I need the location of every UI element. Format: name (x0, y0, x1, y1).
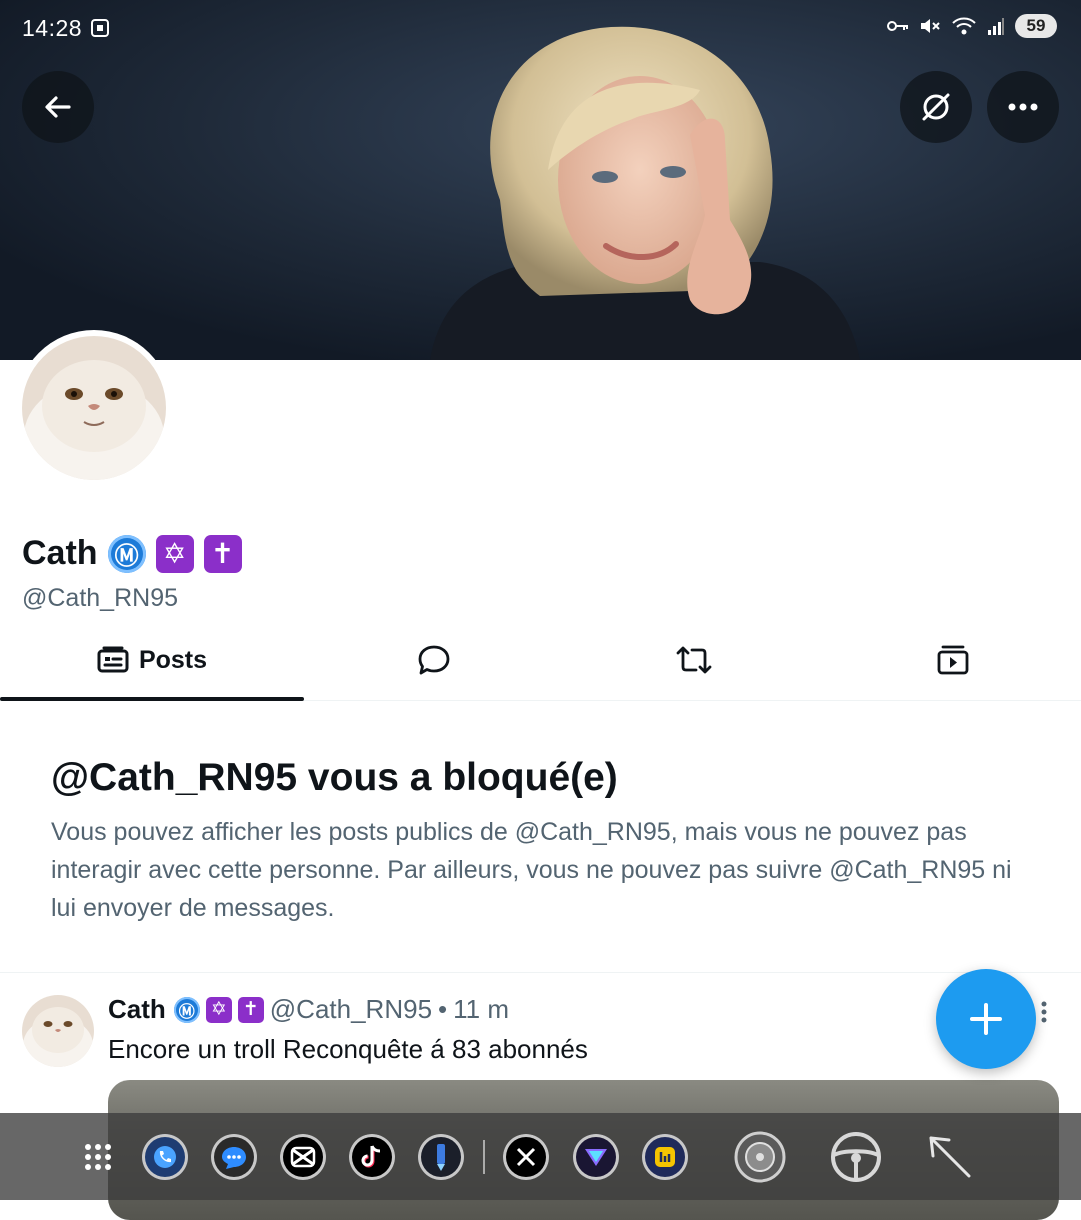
post-header: Cath Ⓜ ✡ ✝ @Cath_RN95 • 11 m (108, 994, 509, 1025)
repost-icon (676, 646, 712, 674)
screenshot-icon (91, 19, 109, 37)
phone-app[interactable] (142, 1134, 188, 1180)
profile-tabs: Posts (0, 620, 1081, 701)
cat-photo (22, 336, 166, 480)
mute-icon (921, 19, 940, 33)
post-more-icon[interactable] (1040, 1000, 1048, 1024)
steering-wheel-icon (831, 1132, 881, 1182)
profile-display-name: Cath Ⓜ ✡ ✝ (22, 534, 242, 573)
latin-cross-badge-icon: ✝ (203, 534, 242, 573)
tab-media[interactable] (824, 620, 1081, 700)
cat-photo (22, 995, 94, 1067)
phone-icon (154, 1146, 176, 1168)
latin-cross-badge-icon: ✝ (237, 996, 264, 1023)
dock-separator (483, 1140, 485, 1174)
profile-handle: @Cath_RN95 (22, 584, 179, 612)
status-bar: 14:28 59 (0, 0, 1081, 56)
tab-posts-label: Posts (138, 645, 208, 674)
profile-avatar[interactable] (16, 330, 172, 486)
metro-m-badge-icon: Ⓜ (107, 534, 146, 573)
proton-vpn-icon (585, 1149, 607, 1166)
metro-m-badge-icon: Ⓜ (173, 996, 200, 1023)
grok-button[interactable] (900, 71, 972, 143)
media-icon (937, 645, 968, 675)
post-author-avatar[interactable] (22, 995, 94, 1067)
post-author-name[interactable]: Cath (108, 994, 166, 1025)
tab-posts[interactable]: Posts (0, 620, 304, 701)
cursor-app[interactable] (922, 1129, 978, 1185)
proton-vpn-app[interactable] (573, 1134, 619, 1180)
status-time: 14:28 (22, 15, 83, 41)
messages-icon (222, 1147, 246, 1169)
more-dots-icon (1008, 103, 1038, 111)
capcut-icon (290, 1146, 316, 1168)
capcut-app[interactable] (280, 1134, 326, 1180)
compose-post-button[interactable] (936, 969, 1036, 1069)
grok-icon (922, 93, 950, 121)
star-of-david-badge-icon: ✡ (155, 534, 194, 573)
pen-app[interactable] (418, 1134, 464, 1180)
apps-grid-icon (85, 1144, 111, 1170)
tab-reposts[interactable] (564, 620, 824, 700)
tiktok-icon (361, 1145, 381, 1168)
wheel-icon (734, 1131, 786, 1183)
back-arrow-icon (45, 96, 71, 118)
app-icon (655, 1147, 675, 1167)
back-button[interactable] (22, 71, 94, 143)
tab-replies[interactable] (304, 620, 564, 700)
signal-icon (988, 18, 1004, 35)
wifi-icon (952, 17, 976, 35)
x-app[interactable] (503, 1134, 549, 1180)
wheel-app[interactable] (732, 1129, 788, 1185)
feed-icon (97, 646, 129, 673)
post-text: Encore un troll Reconquête á 83 abonnés (108, 1034, 588, 1064)
star-of-david-badge-icon: ✡ (205, 996, 232, 1023)
more-options-button[interactable] (987, 71, 1059, 143)
blocked-notice-text: Vous pouvez afficher les posts publics d… (51, 818, 1012, 922)
apps-grid-button[interactable] (75, 1134, 121, 1180)
yellow-app[interactable] (642, 1134, 688, 1180)
divider (0, 972, 1081, 973)
post-separator: • (438, 994, 448, 1024)
x-icon (516, 1147, 536, 1167)
post-author-handle[interactable]: @Cath_RN95 (270, 994, 432, 1025)
battery-indicator: 59 (1015, 14, 1057, 38)
tiktok-app[interactable] (349, 1134, 395, 1180)
status-icons: 59 (887, 14, 1057, 38)
reply-bubble-icon (418, 645, 450, 675)
pen-app-icon (437, 1144, 445, 1171)
plus-icon (970, 1003, 1002, 1035)
steering-wheel-app[interactable] (828, 1129, 884, 1185)
messages-app[interactable] (211, 1134, 257, 1180)
avatar-image (22, 336, 166, 480)
vpn-key-icon (887, 21, 908, 31)
blocked-notice-title: @Cath_RN95 vous a bloqué(e) (51, 756, 618, 799)
post-timestamp[interactable]: 11 m (453, 994, 509, 1025)
active-tab-indicator (0, 697, 304, 701)
profile-name-text: Cath (22, 534, 98, 572)
cursor-arrow-icon (929, 1136, 971, 1178)
